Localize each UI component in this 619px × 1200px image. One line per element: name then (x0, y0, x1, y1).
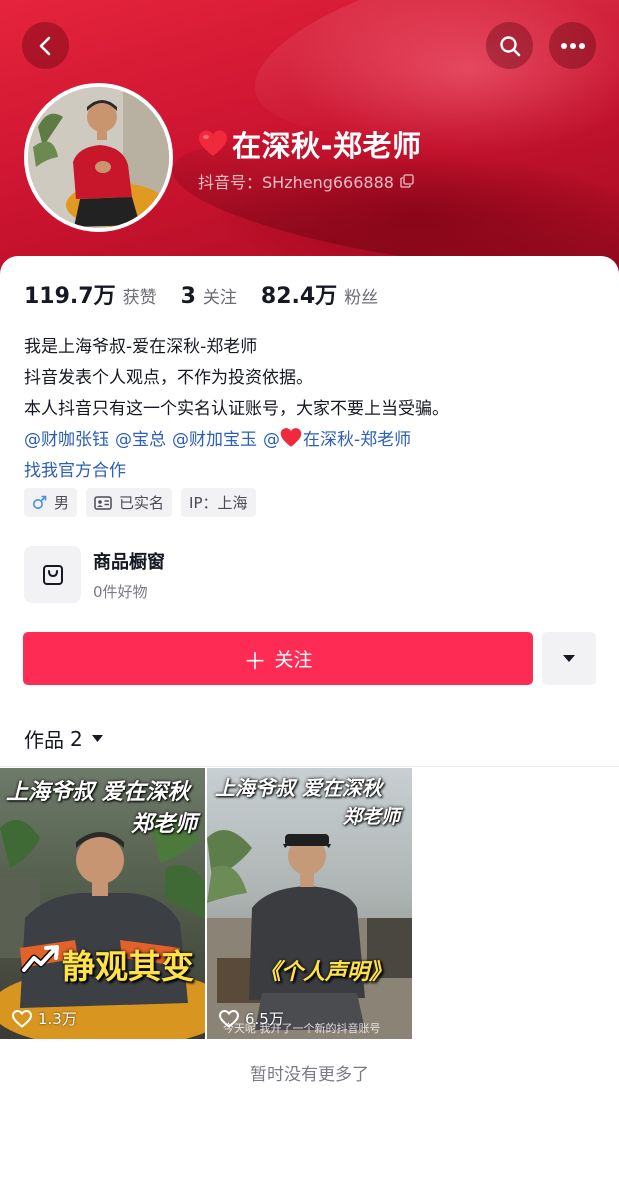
video-overlay-text: 静观其变 (62, 947, 194, 986)
profile-bio: 我是上海爷叔-爱在深秋-郑老师 抖音发表个人观点，不作为投资依据。 本人抖音只有… (24, 332, 449, 487)
more-options-button[interactable] (549, 22, 596, 69)
stat-following[interactable]: 3 关注 (181, 283, 237, 309)
stat-likes-label: 获赞 (122, 288, 157, 308)
plus-icon: ＋ (243, 648, 267, 675)
bio-line: 本人抖音只有这一个实名认证账号，大家不要上当受骗。 (24, 399, 449, 419)
tag-gender-label: 男 (54, 494, 70, 512)
no-more-content-text: 暂时没有更多了 (250, 1065, 369, 1085)
tag-ip-location: IP：上海 (181, 488, 256, 517)
avatar[interactable] (24, 83, 173, 232)
works-tab-label: 作品 (24, 728, 64, 752)
douyin-id-text: 抖音号：SHzheng666888 (198, 173, 394, 192)
heart-outline-icon (219, 1009, 239, 1028)
stat-followers-value: 82.4万 (260, 284, 338, 309)
stat-likes-value: 119.7万 (24, 284, 116, 309)
profile-stats: 119.7万 获赞 3 关注 82.4万 粉丝 (24, 278, 402, 310)
bio-line: 抖音发表个人观点，不作为投资依据。 (24, 368, 313, 388)
stat-likes[interactable]: 119.7万 获赞 (24, 278, 157, 310)
shop-title: 商品橱窗 (93, 551, 165, 573)
mention-link[interactable]: @财加宝玉 (172, 425, 257, 456)
video-title-line: 上海爷叔 爱在深秋 (6, 780, 190, 805)
product-showcase[interactable]: 商品橱窗 0件好物 (24, 546, 165, 603)
back-arrow-icon (39, 36, 50, 55)
douyin-id-row[interactable]: 抖音号：SHzheng666888 (198, 169, 414, 193)
video-like-count: 6.5万 (219, 1008, 284, 1029)
shop-subtitle: 0件好物 (93, 582, 148, 601)
profile-tags: 男 已实名 IP：上海 (24, 488, 265, 517)
nickname-text: 在深秋-郑老师 (232, 129, 422, 163)
video-thumbnail[interactable]: 上海爷叔 爱在深秋 郑老师 《个人声明》 今天呢 我开了一个新的抖音账号 6.5… (207, 768, 412, 1039)
bio-mentions: @财咖张钰 @宝总 @财加宝玉 @ 在深秋-郑老师 (24, 425, 449, 456)
profile-card: 119.7万 获赞 3 关注 82.4万 粉丝 我是上海爷叔-爱在深秋-郑老师 … (0, 256, 619, 1200)
search-icon (499, 35, 520, 56)
stat-following-label: 关注 (202, 288, 237, 308)
works-count: 2 (70, 726, 83, 751)
id-card-icon (94, 495, 112, 510)
business-cooperation-link[interactable]: 找我官方合作 (24, 456, 449, 487)
video-title-line: 上海爷叔 爱在深秋 (215, 776, 382, 800)
avatar-photo (28, 87, 169, 228)
like-count-text: 1.3万 (38, 1010, 77, 1028)
back-button[interactable] (22, 22, 69, 69)
follow-button-label: 关注 (274, 649, 313, 671)
profile-nickname: 在深秋-郑老师 (198, 124, 422, 164)
mention-link[interactable]: @ 在深秋-郑老师 (263, 425, 411, 456)
tag-verified: 已实名 (86, 488, 173, 517)
triangle-down-icon (563, 655, 575, 662)
tag-verified-label: 已实名 (119, 494, 165, 512)
like-count-text: 6.5万 (245, 1010, 284, 1028)
profile-header: 在深秋-郑老师 抖音号：SHzheng666888 (0, 0, 619, 290)
search-button[interactable] (486, 22, 533, 69)
shopping-bag-icon (42, 564, 63, 585)
video-thumbnail[interactable]: 上海爷叔 爱在深秋 郑老师 静观其变 1.3万 (0, 768, 205, 1039)
divider (0, 766, 619, 767)
mention-at-sign: @ (263, 430, 280, 450)
copy-icon[interactable] (400, 174, 414, 188)
tag-ip-label: IP：上海 (189, 494, 248, 512)
mention-name: 在深秋-郑老师 (303, 430, 412, 450)
tag-gender: 男 (24, 488, 78, 517)
stat-following-value: 3 (180, 284, 196, 309)
male-icon (32, 495, 47, 510)
video-like-count: 1.3万 (12, 1008, 77, 1029)
mention-link[interactable]: @财咖张钰 (24, 425, 109, 456)
trend-up-icon (20, 945, 59, 974)
red-heart-icon (199, 130, 227, 156)
mention-link[interactable]: @宝总 (115, 425, 166, 456)
follow-button[interactable]: ＋ 关注 (23, 632, 533, 685)
shop-icon-box (24, 546, 81, 603)
red-heart-icon (280, 428, 302, 447)
more-dots-icon (560, 42, 585, 49)
video-overlay-text: 《个人声明》 (259, 960, 392, 985)
caret-down-icon (91, 735, 103, 742)
shop-text: 商品橱窗 0件好物 (93, 548, 165, 602)
video-title-line: 郑老师 (130, 812, 197, 837)
stat-followers-label: 粉丝 (344, 288, 379, 308)
tab-works[interactable]: 作品 2 (24, 724, 104, 753)
stat-followers[interactable]: 82.4万 粉丝 (261, 278, 378, 310)
heart-outline-icon (12, 1009, 32, 1028)
bio-line: 我是上海爷叔-爱在深秋-郑老师 (24, 337, 258, 357)
video-title-line: 郑老师 (342, 806, 400, 828)
recommend-dropdown-button[interactable] (542, 632, 596, 685)
